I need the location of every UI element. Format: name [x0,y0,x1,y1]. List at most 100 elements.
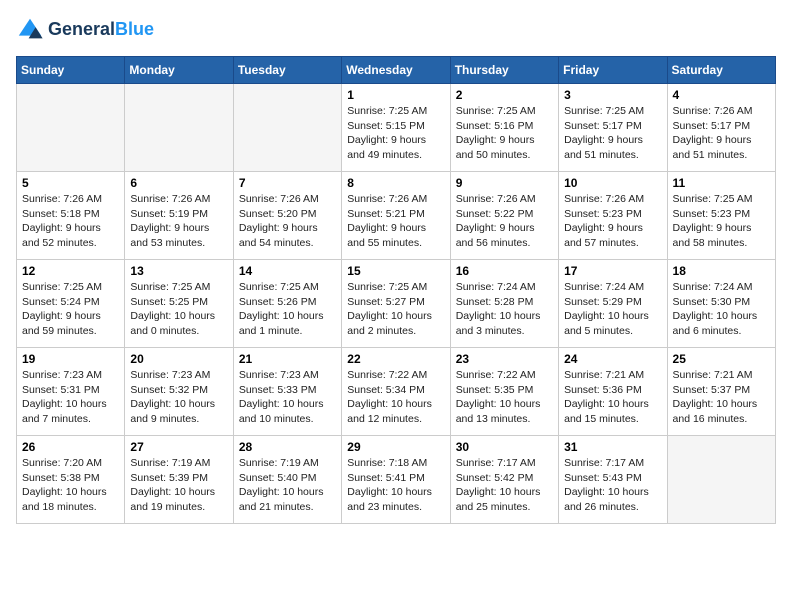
day-detail: Sunrise: 7:26 AM Sunset: 5:21 PM Dayligh… [347,192,444,251]
calendar-cell: 13 Sunrise: 7:25 AM Sunset: 5:25 PM Dayli… [125,260,233,348]
logo-icon [16,16,44,44]
column-header-sunday: Sunday [17,57,125,84]
calendar-cell: 19Sunrise: 7:23 AM Sunset: 5:31 PM Dayli… [17,348,125,436]
calendar-cell: 16 Sunrise: 7:24 AM Sunset: 5:28 PM Dayli… [450,260,558,348]
week-row-5: 26Sunrise: 7:20 AM Sunset: 5:38 PM Dayli… [17,436,776,524]
day-number: 9 [456,176,553,190]
day-detail: Sunrise: 7:25 AM Sunset: 5:24 PM Dayligh… [22,280,119,339]
column-header-friday: Friday [559,57,667,84]
day-detail: Sunrise: 7:24 AM Sunset: 5:28 PM Dayligh… [456,280,553,339]
day-detail: Sunrise: 7:18 AM Sunset: 5:41 PM Dayligh… [347,456,444,515]
day-number: 16 [456,264,553,278]
calendar-cell: 8 Sunrise: 7:26 AM Sunset: 5:21 PM Daylig… [342,172,450,260]
calendar-cell: 28 Sunrise: 7:19 AM Sunset: 5:40 PM Dayli… [233,436,341,524]
week-row-3: 12 Sunrise: 7:25 AM Sunset: 5:24 PM Dayli… [17,260,776,348]
day-detail: Sunrise: 7:25 AM Sunset: 5:17 PM Dayligh… [564,104,661,163]
day-detail: Sunrise: 7:25 AM Sunset: 5:15 PM Dayligh… [347,104,444,163]
day-detail: Sunrise: 7:26 AM Sunset: 5:19 PM Dayligh… [130,192,227,251]
day-detail: Sunrise: 7:25 AM Sunset: 5:25 PM Dayligh… [130,280,227,339]
calendar-cell: 6 Sunrise: 7:26 AM Sunset: 5:19 PM Daylig… [125,172,233,260]
day-detail: Sunrise: 7:22 AM Sunset: 5:35 PM Dayligh… [456,368,553,427]
calendar-cell: 31 Sunrise: 7:17 AM Sunset: 5:43 PM Dayli… [559,436,667,524]
day-number: 2 [456,88,553,102]
calendar-cell: 5 Sunrise: 7:26 AM Sunset: 5:18 PM Daylig… [17,172,125,260]
calendar-cell: 22Sunrise: 7:22 AM Sunset: 5:34 PM Dayli… [342,348,450,436]
calendar-cell: 11 Sunrise: 7:25 AM Sunset: 5:23 PM Dayli… [667,172,775,260]
day-number: 18 [673,264,770,278]
day-number: 8 [347,176,444,190]
day-number: 21 [239,352,336,366]
week-row-2: 5 Sunrise: 7:26 AM Sunset: 5:18 PM Daylig… [17,172,776,260]
calendar-cell: 24 Sunrise: 7:21 AM Sunset: 5:36 PM Dayli… [559,348,667,436]
column-header-thursday: Thursday [450,57,558,84]
day-number: 15 [347,264,444,278]
calendar-cell: 7 Sunrise: 7:26 AM Sunset: 5:20 PM Daylig… [233,172,341,260]
day-detail: Sunrise: 7:26 AM Sunset: 5:22 PM Dayligh… [456,192,553,251]
day-number: 7 [239,176,336,190]
day-number: 24 [564,352,661,366]
calendar-cell: 12 Sunrise: 7:25 AM Sunset: 5:24 PM Dayli… [17,260,125,348]
calendar-cell: 30 Sunrise: 7:17 AM Sunset: 5:42 PM Dayli… [450,436,558,524]
day-detail: Sunrise: 7:26 AM Sunset: 5:20 PM Dayligh… [239,192,336,251]
day-number: 1 [347,88,444,102]
calendar-cell: 3Sunrise: 7:25 AM Sunset: 5:17 PM Daylig… [559,84,667,172]
calendar-cell: 15 Sunrise: 7:25 AM Sunset: 5:27 PM Dayli… [342,260,450,348]
week-row-1: 1 Sunrise: 7:25 AM Sunset: 5:15 PM Daylig… [17,84,776,172]
calendar-cell: 9 Sunrise: 7:26 AM Sunset: 5:22 PM Daylig… [450,172,558,260]
day-number: 30 [456,440,553,454]
day-detail: Sunrise: 7:25 AM Sunset: 5:27 PM Dayligh… [347,280,444,339]
day-number: 26 [22,440,119,454]
calendar-cell [125,84,233,172]
calendar-cell: 26Sunrise: 7:20 AM Sunset: 5:38 PM Dayli… [17,436,125,524]
day-number: 5 [22,176,119,190]
day-detail: Sunrise: 7:23 AM Sunset: 5:32 PM Dayligh… [130,368,227,427]
day-detail: Sunrise: 7:25 AM Sunset: 5:26 PM Dayligh… [239,280,336,339]
day-number: 14 [239,264,336,278]
calendar-cell: 21 Sunrise: 7:23 AM Sunset: 5:33 PM Dayli… [233,348,341,436]
calendar-cell: 27Sunrise: 7:19 AM Sunset: 5:39 PM Dayli… [125,436,233,524]
day-detail: Sunrise: 7:21 AM Sunset: 5:37 PM Dayligh… [673,368,770,427]
calendar-cell: 20Sunrise: 7:23 AM Sunset: 5:32 PM Dayli… [125,348,233,436]
calendar-cell: 14 Sunrise: 7:25 AM Sunset: 5:26 PM Dayli… [233,260,341,348]
calendar-cell [17,84,125,172]
day-detail: Sunrise: 7:23 AM Sunset: 5:33 PM Dayligh… [239,368,336,427]
day-detail: Sunrise: 7:21 AM Sunset: 5:36 PM Dayligh… [564,368,661,427]
day-number: 28 [239,440,336,454]
calendar-cell: 1 Sunrise: 7:25 AM Sunset: 5:15 PM Daylig… [342,84,450,172]
column-header-monday: Monday [125,57,233,84]
day-detail: Sunrise: 7:22 AM Sunset: 5:34 PM Dayligh… [347,368,444,427]
day-number: 6 [130,176,227,190]
day-detail: Sunrise: 7:25 AM Sunset: 5:23 PM Dayligh… [673,192,770,251]
day-detail: Sunrise: 7:19 AM Sunset: 5:40 PM Dayligh… [239,456,336,515]
day-detail: Sunrise: 7:24 AM Sunset: 5:30 PM Dayligh… [673,280,770,339]
day-detail: Sunrise: 7:26 AM Sunset: 5:18 PM Dayligh… [22,192,119,251]
calendar-cell [233,84,341,172]
day-number: 12 [22,264,119,278]
calendar-cell: 25 Sunrise: 7:21 AM Sunset: 5:37 PM Dayli… [667,348,775,436]
page-header: GeneralBlue [16,16,776,44]
day-number: 29 [347,440,444,454]
day-number: 11 [673,176,770,190]
calendar-cell: 29 Sunrise: 7:18 AM Sunset: 5:41 PM Dayli… [342,436,450,524]
week-row-4: 19Sunrise: 7:23 AM Sunset: 5:31 PM Dayli… [17,348,776,436]
day-number: 27 [130,440,227,454]
column-header-saturday: Saturday [667,57,775,84]
day-number: 10 [564,176,661,190]
calendar-cell: 4Sunrise: 7:26 AM Sunset: 5:17 PM Daylig… [667,84,775,172]
calendar-cell: 23 Sunrise: 7:22 AM Sunset: 5:35 PM Dayli… [450,348,558,436]
calendar-cell: 2 Sunrise: 7:25 AM Sunset: 5:16 PM Daylig… [450,84,558,172]
day-number: 17 [564,264,661,278]
calendar-table: SundayMondayTuesdayWednesdayThursdayFrid… [16,56,776,524]
logo-text: GeneralBlue [48,20,154,40]
day-detail: Sunrise: 7:17 AM Sunset: 5:43 PM Dayligh… [564,456,661,515]
day-number: 4 [673,88,770,102]
column-header-tuesday: Tuesday [233,57,341,84]
day-number: 13 [130,264,227,278]
day-detail: Sunrise: 7:25 AM Sunset: 5:16 PM Dayligh… [456,104,553,163]
day-number: 31 [564,440,661,454]
calendar-cell: 18 Sunrise: 7:24 AM Sunset: 5:30 PM Dayli… [667,260,775,348]
day-number: 25 [673,352,770,366]
day-number: 23 [456,352,553,366]
day-detail: Sunrise: 7:23 AM Sunset: 5:31 PM Dayligh… [22,368,119,427]
day-detail: Sunrise: 7:17 AM Sunset: 5:42 PM Dayligh… [456,456,553,515]
